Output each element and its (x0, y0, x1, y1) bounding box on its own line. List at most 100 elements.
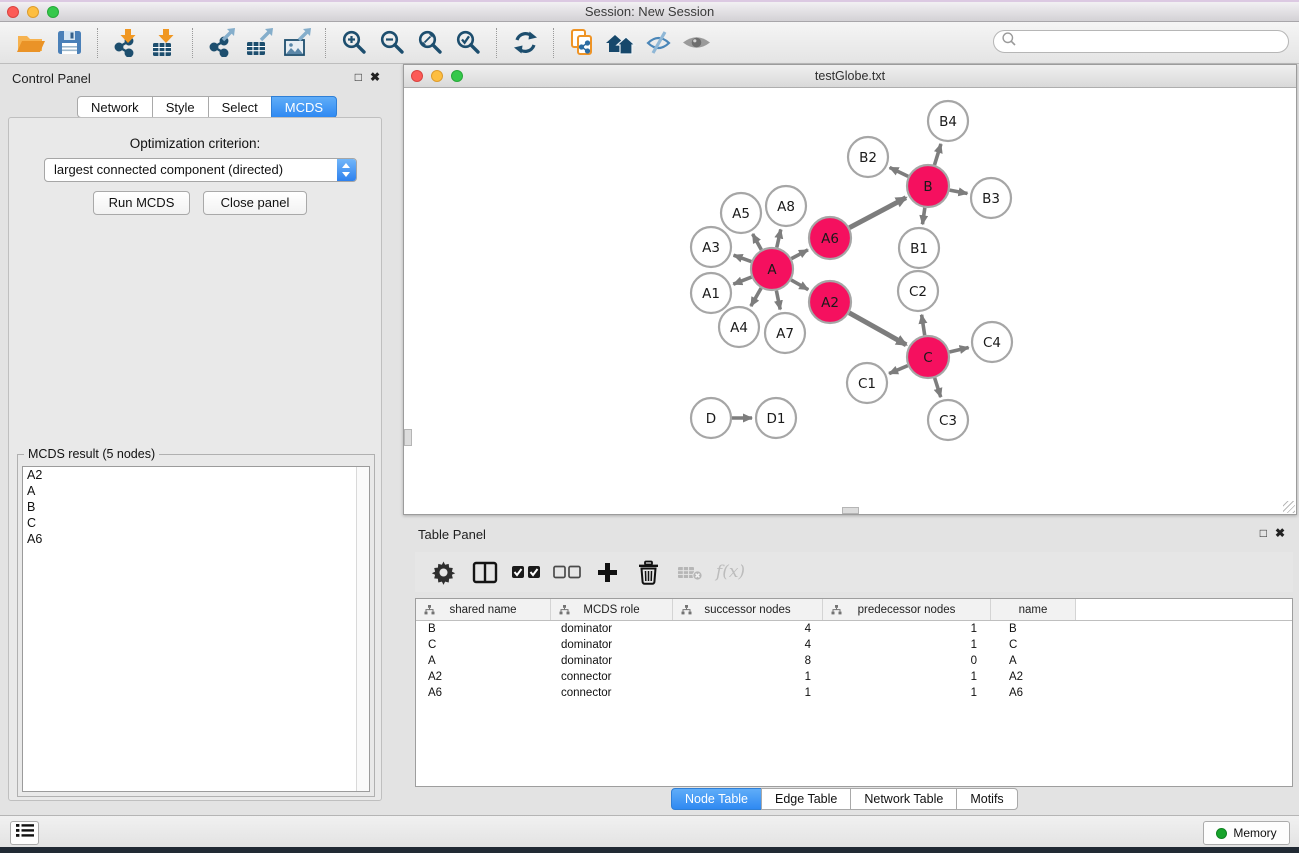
table-row[interactable]: Cdominator41C (416, 637, 1292, 653)
table-row[interactable]: Bdominator41B (416, 621, 1292, 637)
open-folder-icon[interactable] (12, 26, 50, 60)
column-header-name[interactable]: name (991, 599, 1076, 620)
select-all-checks-icon[interactable] (507, 555, 544, 589)
home-icon[interactable] (601, 26, 639, 60)
table-row[interactable]: A6connector11A6 (416, 685, 1292, 701)
column-header-MCDS-role[interactable]: MCDS role (551, 599, 673, 620)
graph-edge-A-A8[interactable] (777, 229, 781, 247)
graph-node-A[interactable] (751, 248, 793, 290)
import-table-icon[interactable] (145, 26, 183, 60)
graph-node-B4[interactable] (928, 101, 968, 141)
clear-checks-icon[interactable] (548, 555, 585, 589)
float-panel-icon[interactable]: □ (355, 70, 362, 84)
graph-edge-A-A4[interactable] (751, 288, 761, 306)
task-history-button[interactable] (10, 821, 39, 845)
graph-edge-B-B3[interactable] (950, 190, 968, 193)
graph-node-B[interactable] (907, 165, 949, 207)
zoom-out-icon[interactable] (373, 26, 411, 60)
export-image-icon[interactable] (278, 26, 316, 60)
graph-edge-B-B2[interactable] (890, 167, 909, 176)
graph-node-A7[interactable] (765, 313, 805, 353)
import-network-icon[interactable] (107, 26, 145, 60)
table-tab-node-table[interactable]: Node Table (671, 788, 762, 810)
network-zoom-button[interactable] (451, 70, 463, 82)
graph-node-D[interactable] (691, 398, 731, 438)
add-column-icon[interactable] (589, 555, 626, 589)
graph-node-A6[interactable] (809, 217, 851, 259)
graph-node-B3[interactable] (971, 178, 1011, 218)
tab-mcds[interactable]: MCDS (271, 96, 337, 118)
graph-edge-A-A1[interactable] (733, 277, 751, 284)
graph-edge-B-B4[interactable] (934, 144, 940, 165)
graph-node-C2[interactable] (898, 271, 938, 311)
close-panel-button[interactable]: Close panel (203, 191, 307, 215)
network-minimize-button[interactable] (431, 70, 443, 82)
zoom-selected-icon[interactable] (449, 26, 487, 60)
table-row[interactable]: A2connector11A2 (416, 669, 1292, 685)
window-resize-handle[interactable] (1283, 501, 1295, 513)
graph-edge-C-C4[interactable] (949, 347, 968, 352)
search-field[interactable] (993, 30, 1289, 53)
bottom-splitter-handle[interactable] (842, 507, 859, 514)
table-tab-edge-table[interactable]: Edge Table (761, 788, 851, 810)
column-header-shared-name[interactable]: shared name (416, 599, 551, 620)
column-header-predecessor-nodes[interactable]: predecessor nodes (823, 599, 991, 620)
graph-edge-A2-C[interactable] (849, 313, 906, 345)
graph-node-C1[interactable] (847, 363, 887, 403)
network-close-button[interactable] (411, 70, 423, 82)
graph-node-D1[interactable] (756, 398, 796, 438)
graph-node-A1[interactable] (691, 273, 731, 313)
zoom-fit-icon[interactable] (411, 26, 449, 60)
graph-node-C3[interactable] (928, 400, 968, 440)
copy-network-icon[interactable] (563, 26, 601, 60)
export-network-icon[interactable] (202, 26, 240, 60)
column-header-successor-nodes[interactable]: successor nodes (673, 599, 823, 620)
graph-edge-A-A5[interactable] (753, 234, 762, 250)
search-input[interactable] (1021, 32, 1288, 51)
hide-labels-icon[interactable] (639, 26, 677, 60)
graph-edge-C-C3[interactable] (935, 378, 941, 397)
minimize-window-button[interactable] (27, 6, 39, 18)
result-item[interactable]: B (23, 499, 369, 515)
refresh-layout-icon[interactable] (506, 26, 544, 60)
result-list-scrollbar[interactable] (356, 467, 369, 791)
graph-node-C[interactable] (907, 336, 949, 378)
left-splitter-handle[interactable] (404, 429, 412, 446)
table-tab-network-table[interactable]: Network Table (850, 788, 957, 810)
result-item[interactable]: A (23, 483, 369, 499)
graph-edge-C-C2[interactable] (922, 315, 925, 336)
table-row[interactable]: Adominator80A (416, 653, 1292, 669)
tab-style[interactable]: Style (152, 96, 209, 118)
graph-node-A3[interactable] (691, 227, 731, 267)
graph-edge-C-C1[interactable] (889, 366, 908, 374)
mcds-result-list[interactable]: A2ABCA6 (22, 466, 370, 792)
graph-node-A8[interactable] (766, 186, 806, 226)
delete-column-icon[interactable] (630, 555, 667, 589)
graph-edge-B-B1[interactable] (922, 208, 924, 224)
save-session-icon[interactable] (50, 26, 88, 60)
graph-node-C4[interactable] (972, 322, 1012, 362)
graph-edge-A-A3[interactable] (734, 255, 752, 261)
export-table-icon[interactable] (240, 26, 278, 60)
close-table-panel-icon[interactable]: ✖ (1275, 526, 1285, 540)
graph-edge-A6-B[interactable] (849, 198, 905, 228)
graph-node-B2[interactable] (848, 137, 888, 177)
tab-network[interactable]: Network (77, 96, 153, 118)
optimization-criterion-select[interactable]: largest connected component (directed) (44, 158, 357, 182)
network-graph[interactable]: AA1A2A3A4A5A6A7A8BB1B2B3B4CC1C2C3C4DD1 (404, 88, 1296, 514)
result-item[interactable]: A2 (23, 467, 369, 483)
network-canvas[interactable]: AA1A2A3A4A5A6A7A8BB1B2B3B4CC1C2C3C4DD1 (404, 88, 1296, 514)
close-window-button[interactable] (7, 6, 19, 18)
memory-button[interactable]: Memory (1203, 821, 1290, 845)
table-tab-motifs[interactable]: Motifs (956, 788, 1017, 810)
network-window-titlebar[interactable]: testGlobe.txt (404, 65, 1296, 88)
graph-node-A5[interactable] (721, 193, 761, 233)
graph-edge-A-A7[interactable] (776, 291, 780, 310)
run-mcds-button[interactable]: Run MCDS (93, 191, 190, 215)
column-settings-icon[interactable] (425, 555, 462, 589)
graph-node-B1[interactable] (899, 228, 939, 268)
zoom-in-icon[interactable] (335, 26, 373, 60)
graph-node-A2[interactable] (809, 281, 851, 323)
show-eye-icon[interactable] (677, 26, 715, 60)
graph-edge-A-A2[interactable] (791, 280, 808, 290)
